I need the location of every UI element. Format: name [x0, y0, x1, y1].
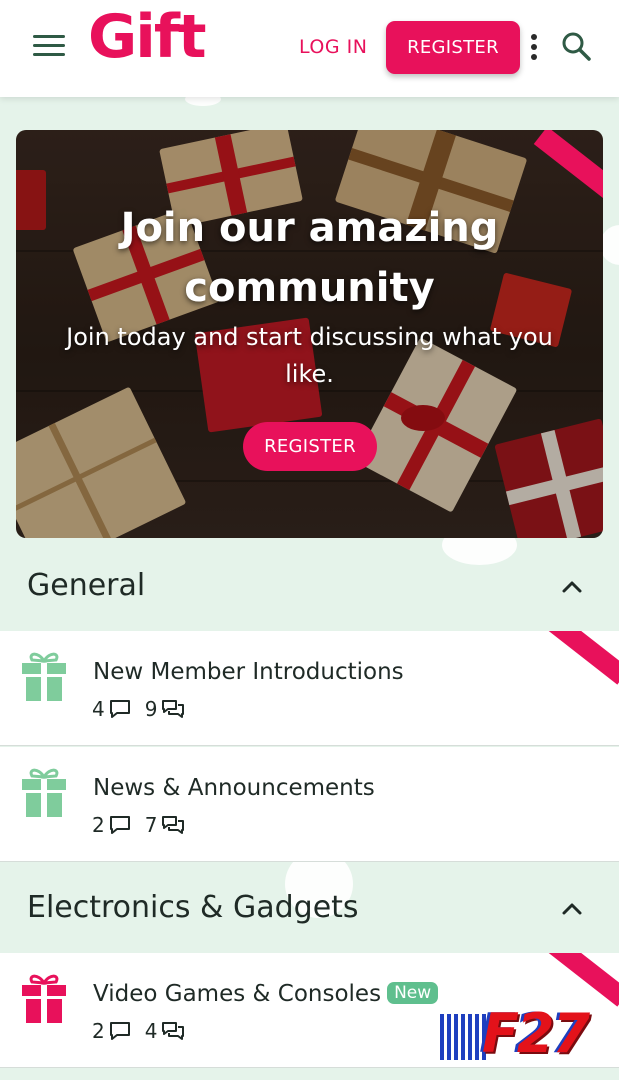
community-banner: Join our amazing community Join today an… — [16, 130, 603, 538]
chevron-up-icon[interactable] — [561, 902, 583, 916]
corner-ribbon — [546, 953, 619, 1007]
thread-count: 2 — [92, 1019, 105, 1043]
login-link[interactable]: LOG IN — [299, 36, 367, 58]
corner-ribbon — [546, 631, 619, 685]
threads-icon — [109, 1022, 130, 1040]
site-header: Gift LOG IN REGISTER — [0, 0, 619, 97]
search-icon[interactable] — [560, 30, 592, 62]
gift-icon — [22, 768, 66, 817]
hamburger-menu-icon[interactable] — [33, 35, 65, 61]
watermark-text: F27 — [482, 1002, 590, 1065]
message-count: 7 — [144, 813, 158, 837]
forum-row[interactable]: News & Announcements 2 7 — [0, 747, 619, 862]
forum-stats: 4 9 — [92, 697, 199, 721]
messages-icon — [162, 816, 185, 834]
forum-title[interactable]: New Member Introductions — [93, 659, 404, 685]
watermark-bars — [440, 1014, 486, 1060]
category-header-electronics[interactable]: Electronics & Gadgets — [0, 864, 619, 956]
forum-title-text[interactable]: Video Games & Consoles — [93, 981, 381, 1007]
forum-title[interactable]: News & Announcements — [93, 775, 375, 801]
watermark-logo: F27 — [440, 1002, 615, 1065]
gift-icon — [22, 974, 66, 1023]
new-badge: New — [387, 982, 439, 1004]
messages-icon — [162, 1022, 185, 1040]
kebab-icon[interactable] — [531, 34, 539, 62]
gift-icon — [22, 652, 66, 701]
threads-icon — [109, 700, 130, 718]
category-header-general[interactable]: General — [0, 542, 619, 634]
chevron-up-icon[interactable] — [561, 580, 583, 594]
thread-count: 2 — [92, 813, 105, 837]
category-title: Electronics & Gadgets — [27, 890, 359, 925]
messages-icon — [162, 700, 185, 718]
forum-stats: 2 4 — [92, 1019, 199, 1043]
banner-register-button[interactable]: REGISTER — [243, 422, 377, 471]
banner-title: Join our amazing community — [120, 205, 499, 311]
message-count: 9 — [144, 697, 158, 721]
forum-row[interactable]: New Member Introductions 4 9 — [0, 631, 619, 746]
forum-stats: 2 7 — [92, 813, 199, 837]
thread-count: 4 — [92, 697, 105, 721]
banner-subtitle: Join today and start discussing what you… — [66, 323, 553, 388]
forum-title[interactable]: Video Games & Consoles New — [93, 981, 439, 1007]
threads-icon — [109, 816, 130, 834]
register-button[interactable]: REGISTER — [386, 21, 520, 74]
site-logo[interactable]: Gift — [88, 2, 207, 72]
category-title: General — [27, 568, 146, 603]
message-count: 4 — [144, 1019, 158, 1043]
